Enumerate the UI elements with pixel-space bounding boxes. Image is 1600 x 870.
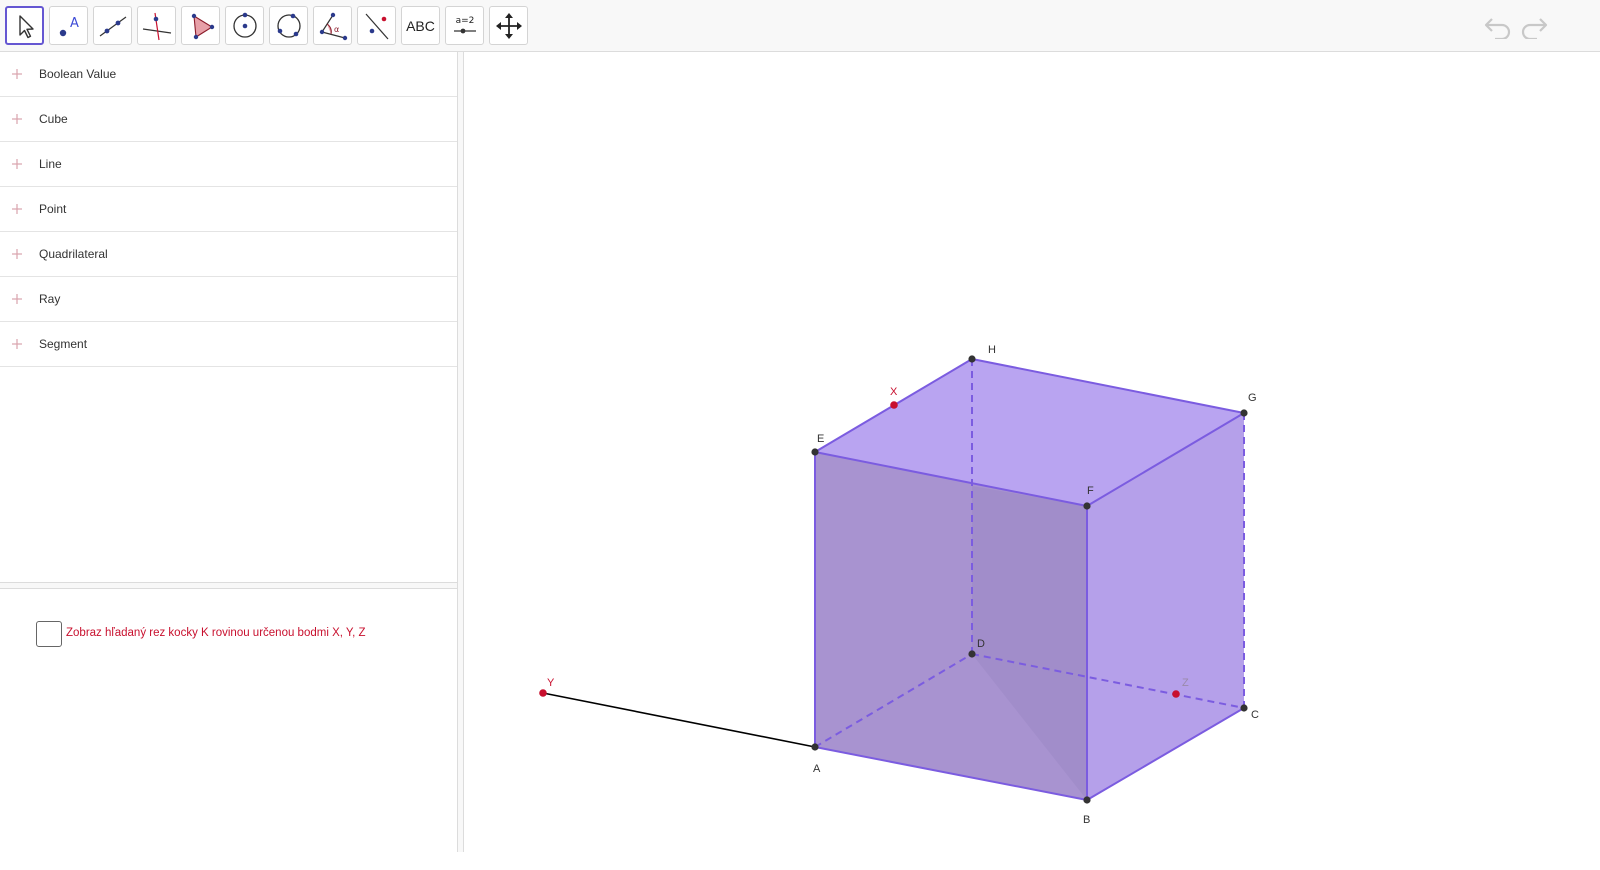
arrow-pointer-icon bbox=[18, 14, 34, 38]
line-tool-button[interactable] bbox=[93, 6, 132, 45]
svg-text:a=2: a=2 bbox=[455, 16, 474, 26]
line-through-points-icon bbox=[99, 16, 126, 36]
expand-plus-icon[interactable] bbox=[11, 113, 23, 125]
text-icon: ABC bbox=[406, 17, 435, 34]
circle-tool-button[interactable] bbox=[225, 6, 264, 45]
lower-panel: Zobraz hľadaný rez kocky K rovinou určen… bbox=[0, 589, 457, 851]
point-D[interactable] bbox=[968, 650, 976, 658]
toolbar: A α ABC a=2 bbox=[0, 0, 1600, 52]
horizontal-splitter[interactable] bbox=[0, 582, 457, 589]
algebra-group-label: Point bbox=[39, 202, 67, 216]
point-B[interactable] bbox=[1083, 796, 1091, 804]
label-X: X bbox=[890, 386, 898, 398]
point-Y[interactable] bbox=[539, 689, 547, 697]
algebra-group-boolean-value[interactable]: Boolean Value bbox=[0, 52, 457, 97]
polygon-icon bbox=[191, 13, 214, 39]
algebra-view: Boolean Value Cube Line Point Quadrilate… bbox=[0, 52, 457, 590]
algebra-group-quadrilateral[interactable]: Quadrilateral bbox=[0, 232, 457, 277]
label-A: A bbox=[813, 763, 821, 775]
expand-plus-icon[interactable] bbox=[11, 203, 23, 215]
label-D: D bbox=[977, 638, 985, 650]
perpendicular-line-tool-button[interactable] bbox=[137, 6, 176, 45]
polygon-tool-button[interactable] bbox=[181, 6, 220, 45]
point-icon: A bbox=[59, 16, 79, 36]
point-F[interactable] bbox=[1083, 502, 1091, 510]
expand-plus-icon[interactable] bbox=[11, 293, 23, 305]
label-G: G bbox=[1248, 392, 1257, 404]
reflect-tool-button[interactable] bbox=[357, 6, 396, 45]
algebra-group-ray[interactable]: Ray bbox=[0, 277, 457, 322]
expand-plus-icon[interactable] bbox=[11, 158, 23, 170]
label-F: F bbox=[1087, 485, 1094, 497]
circle-center-point-icon bbox=[232, 12, 257, 38]
label-Y: Y bbox=[547, 677, 555, 689]
move-graphics-tool-button[interactable] bbox=[489, 6, 528, 45]
algebra-group-line[interactable]: Line bbox=[0, 142, 457, 187]
vertical-splitter[interactable] bbox=[457, 52, 464, 852]
point-C[interactable] bbox=[1240, 704, 1248, 712]
algebra-group-label: Boolean Value bbox=[39, 67, 117, 81]
expand-plus-icon[interactable] bbox=[11, 248, 23, 260]
point-Z[interactable] bbox=[1172, 690, 1180, 698]
angle-icon: α bbox=[319, 12, 347, 40]
point-A[interactable] bbox=[811, 743, 819, 751]
circle-three-points-tool-button[interactable] bbox=[269, 6, 308, 45]
point-tool-button[interactable]: A bbox=[49, 6, 88, 45]
algebra-group-label: Ray bbox=[39, 292, 61, 306]
label-E: E bbox=[817, 433, 824, 445]
circle-three-points-icon bbox=[276, 13, 301, 38]
svg-text:A: A bbox=[70, 16, 79, 31]
angle-tool-button[interactable]: α bbox=[313, 6, 352, 45]
algebra-group-cube[interactable]: Cube bbox=[0, 97, 457, 142]
show-section-checkbox[interactable] bbox=[36, 621, 62, 647]
expand-plus-icon[interactable] bbox=[11, 68, 23, 80]
move-tool-button[interactable] bbox=[5, 6, 44, 45]
point-G[interactable] bbox=[1240, 409, 1248, 417]
segment-YA[interactable] bbox=[542, 692, 816, 748]
reflect-about-line-icon bbox=[365, 13, 388, 39]
perpendicular-line-icon bbox=[142, 12, 171, 40]
undo-icon bbox=[1484, 18, 1511, 39]
algebra-group-label: Segment bbox=[39, 337, 88, 351]
svg-text:α: α bbox=[334, 25, 339, 34]
redo-button[interactable] bbox=[1518, 12, 1550, 40]
graphics-view[interactable]: A B C D E F G H X Y Z bbox=[464, 52, 1600, 852]
show-section-checkbox-label: Zobraz hľadaný rez kocky K rovinou určen… bbox=[66, 627, 366, 639]
algebra-group-label: Quadrilateral bbox=[39, 247, 108, 261]
algebra-group-segment[interactable]: Segment bbox=[0, 322, 457, 367]
label-H: H bbox=[988, 344, 996, 356]
point-E[interactable] bbox=[811, 448, 819, 456]
label-C: C bbox=[1251, 709, 1259, 721]
slider-icon: a=2 bbox=[453, 16, 476, 33]
algebra-group-point[interactable]: Point bbox=[0, 187, 457, 232]
text-tool-button[interactable]: ABC bbox=[401, 6, 440, 45]
label-Z: Z bbox=[1182, 677, 1189, 689]
algebra-group-label: Cube bbox=[39, 112, 68, 126]
point-H[interactable] bbox=[968, 355, 976, 363]
move-view-icon bbox=[495, 12, 522, 39]
point-X[interactable] bbox=[890, 401, 898, 409]
geogebra-app: A α ABC a=2 Boolean Value Cube Line Poin… bbox=[0, 0, 1600, 870]
undo-button[interactable] bbox=[1482, 12, 1514, 40]
label-B: B bbox=[1083, 814, 1090, 826]
graphics-canvas[interactable]: A B C D E F G H X Y Z bbox=[464, 52, 1600, 852]
expand-plus-icon[interactable] bbox=[11, 338, 23, 350]
slider-tool-button[interactable]: a=2 bbox=[445, 6, 484, 45]
algebra-group-label: Line bbox=[39, 157, 62, 171]
redo-icon bbox=[1521, 18, 1548, 39]
